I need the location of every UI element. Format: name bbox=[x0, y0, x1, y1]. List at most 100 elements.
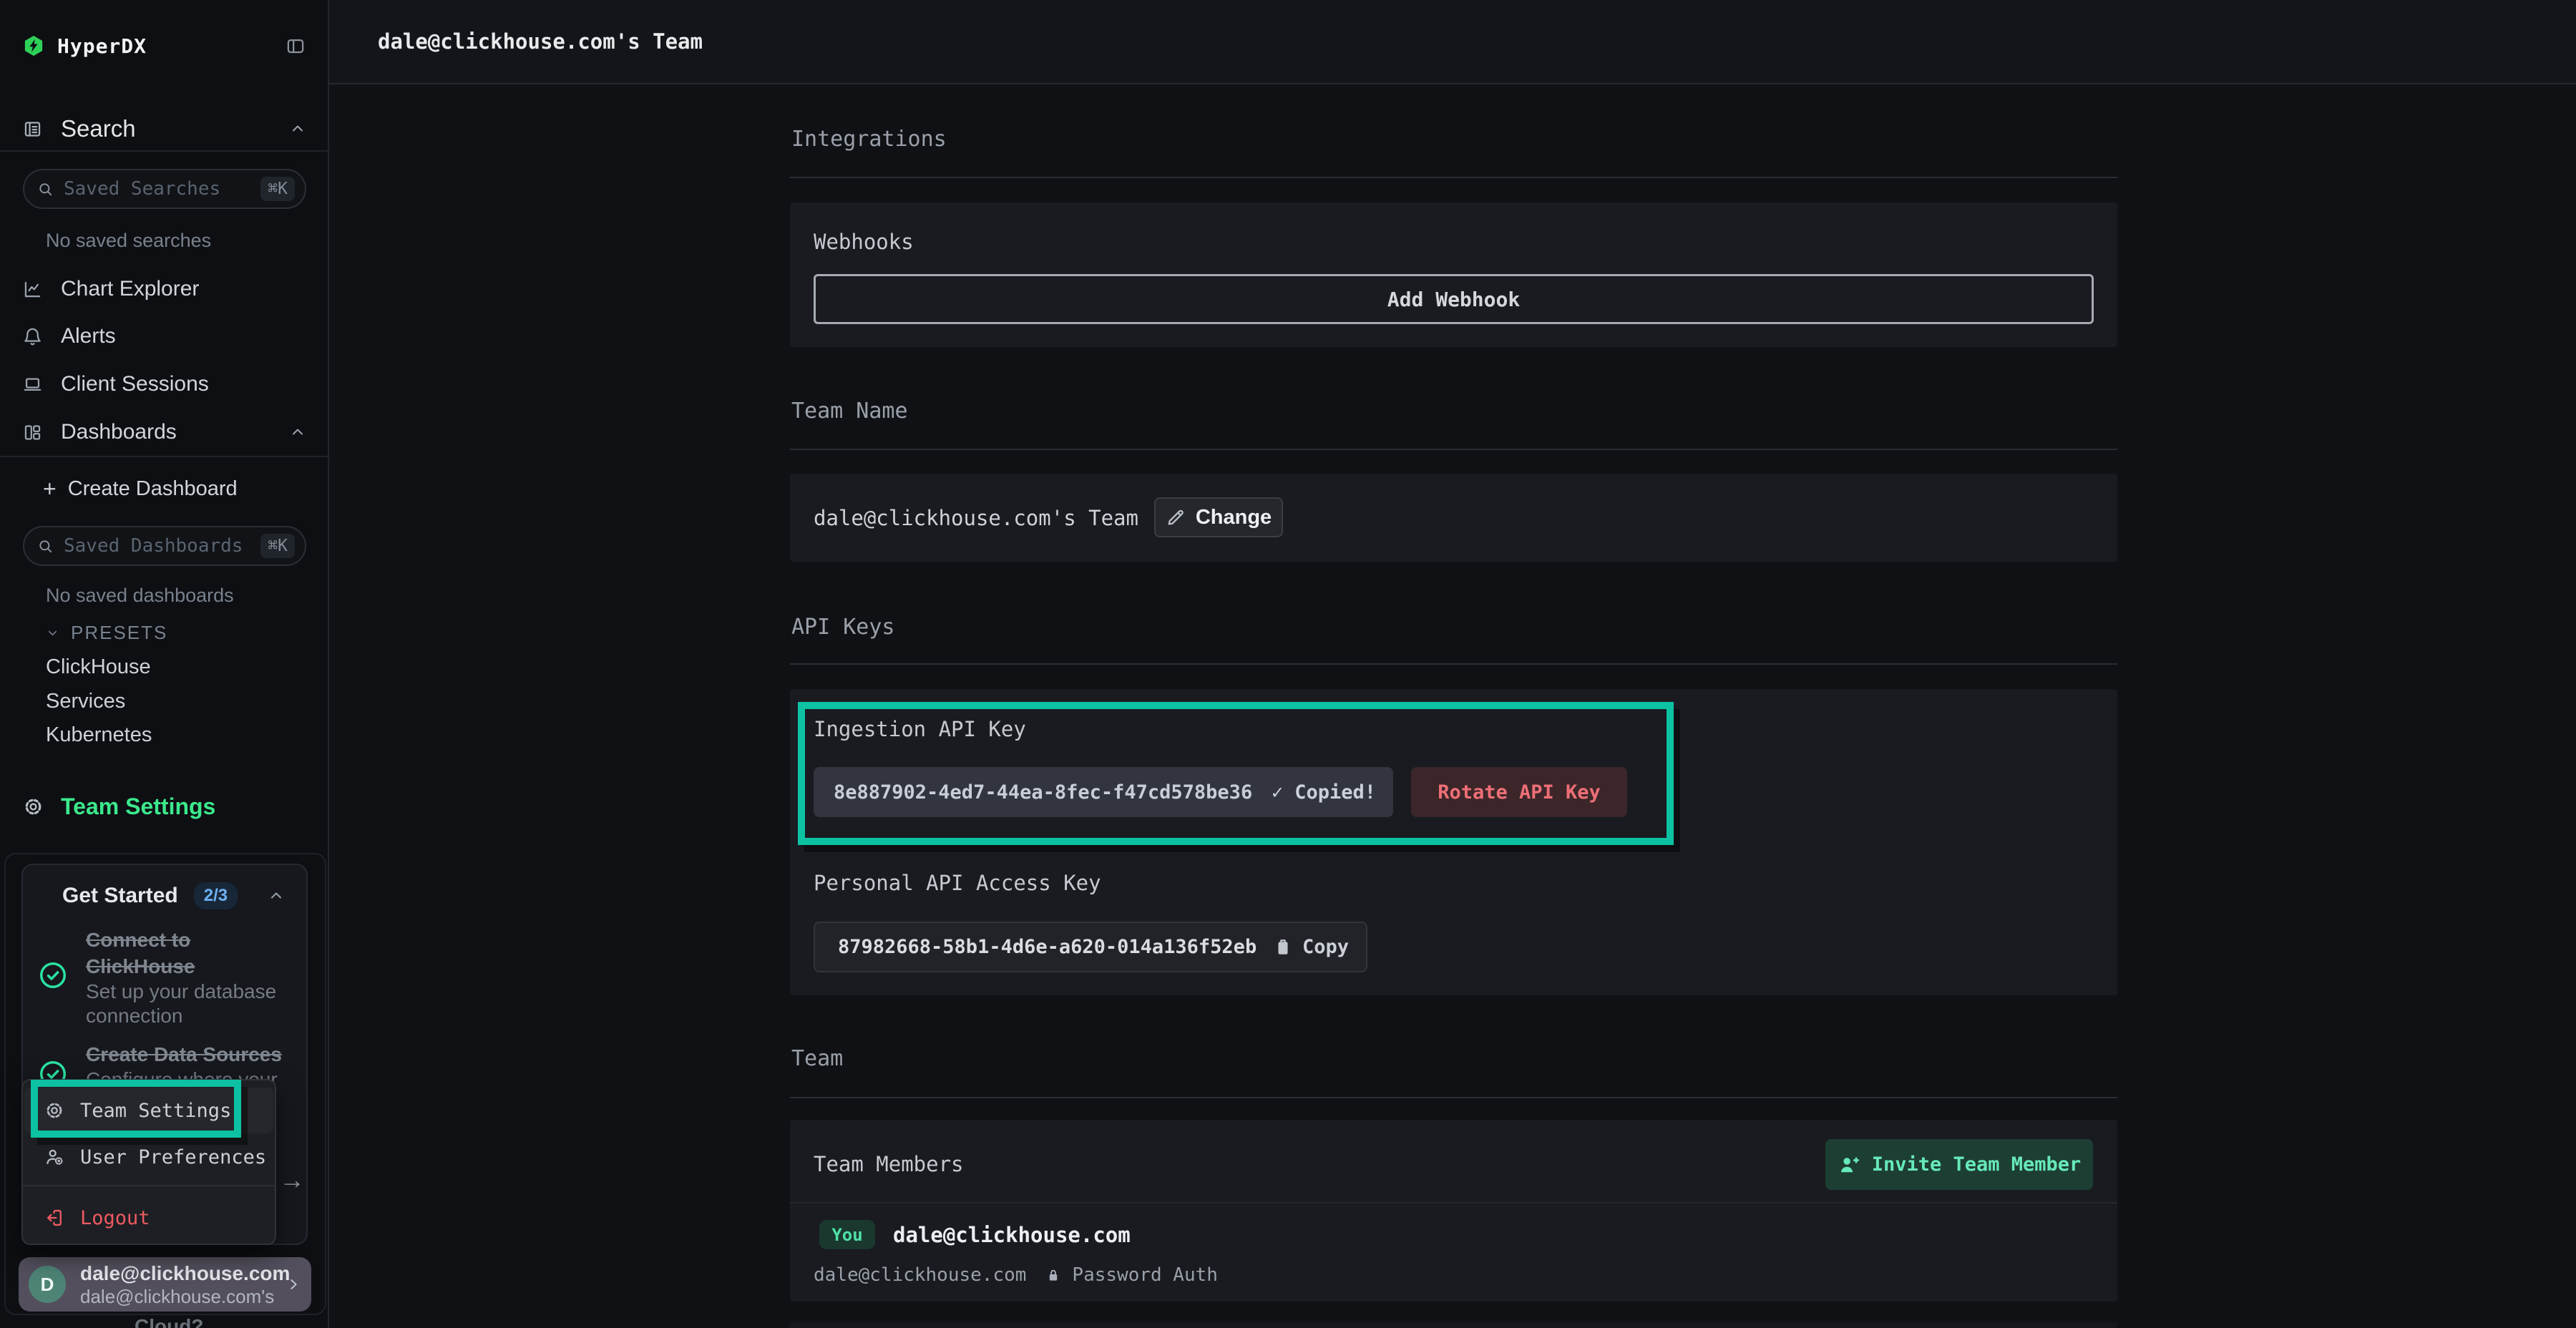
user-plus-icon bbox=[1838, 1154, 1859, 1176]
team-name-value: dale@clickhouse.com's Team bbox=[814, 474, 1138, 562]
preset-item-services[interactable]: Services bbox=[46, 687, 125, 716]
bell-icon bbox=[23, 327, 42, 346]
section-divider bbox=[790, 1097, 2117, 1098]
sidebar-section-search[interactable]: Search bbox=[23, 107, 306, 150]
brand-name: HyperDX bbox=[57, 34, 147, 58]
laptop-icon bbox=[23, 375, 42, 394]
section-divider bbox=[790, 663, 2117, 665]
member-details-row: dale@clickhouse.com Password Auth bbox=[814, 1264, 1218, 1286]
annotation-box-team-settings bbox=[31, 1080, 241, 1138]
plus-icon: + bbox=[43, 476, 57, 502]
saved-dashboards-search[interactable]: ⌘K bbox=[23, 526, 306, 566]
member-email: dale@clickhouse.com bbox=[814, 1264, 1026, 1286]
sidebar-item-label: Client Sessions bbox=[61, 372, 209, 396]
shortcut-badge: ⌘K bbox=[260, 534, 295, 558]
member-auth-method: Password Auth bbox=[1072, 1264, 1218, 1286]
annotation-box-ingestion-key bbox=[798, 702, 1674, 845]
sidebar-item-alerts[interactable]: Alerts bbox=[23, 315, 306, 358]
sidebar-item-client-sessions[interactable]: Client Sessions bbox=[23, 363, 306, 406]
saved-searches-search[interactable]: ⌘K bbox=[23, 169, 306, 209]
personal-api-key-label: Personal API Access Key bbox=[814, 870, 1101, 896]
get-started-item-subtitle: Set up your database connection bbox=[86, 980, 283, 1028]
arrow-right-icon: → bbox=[279, 1165, 305, 1195]
chevron-up-icon bbox=[289, 424, 306, 441]
get-started-title: Get Started bbox=[62, 884, 178, 908]
change-team-name-button[interactable]: Change bbox=[1154, 497, 1283, 537]
search-section-icon bbox=[23, 119, 42, 139]
invite-team-member-button[interactable]: Invite Team Member bbox=[1825, 1139, 2093, 1190]
progress-badge: 2/3 bbox=[194, 882, 238, 909]
sidebar-item-dashboards[interactable]: Dashboards bbox=[23, 411, 306, 454]
user-account-chip[interactable]: D dale@clickhouse.com dale@clickhouse.co… bbox=[19, 1257, 311, 1312]
section-divider bbox=[790, 177, 2117, 178]
next-panel-edge bbox=[790, 1322, 2117, 1328]
section-divider bbox=[790, 449, 2117, 450]
team-panel-divider bbox=[790, 1202, 2117, 1204]
presets-toggle[interactable]: PRESETS bbox=[46, 620, 167, 645]
user-email: dale@clickhouse.com bbox=[80, 1261, 286, 1286]
sidebar-collapse-button[interactable] bbox=[285, 36, 306, 56]
menu-item-logout[interactable]: Logout bbox=[24, 1195, 273, 1241]
sidebar-item-label: Dashboards bbox=[61, 420, 177, 444]
hyperdx-logo-icon bbox=[23, 35, 44, 57]
saved-dashboards-input[interactable] bbox=[64, 535, 260, 557]
sidebar-divider bbox=[0, 456, 329, 457]
preset-label: ClickHouse bbox=[46, 655, 151, 679]
get-started-item[interactable]: Connect to ClickHouse Set up your databa… bbox=[86, 927, 283, 1028]
get-started-header[interactable]: Get Started 2/3 bbox=[62, 880, 285, 912]
create-dashboard-label: Create Dashboard bbox=[68, 477, 238, 501]
no-saved-searches-text: No saved searches bbox=[46, 230, 211, 252]
copy-button[interactable]: Copy bbox=[1274, 936, 1349, 958]
preset-item-clickhouse[interactable]: ClickHouse bbox=[46, 653, 151, 681]
add-webhook-button[interactable]: Add Webhook bbox=[814, 274, 2094, 324]
avatar: D bbox=[29, 1266, 66, 1303]
get-started-item-title: Create Data Sources bbox=[86, 1041, 283, 1068]
personal-api-key-chip: 87982668-58b1-4d6e-a620-014a136f52eb Cop… bbox=[814, 922, 1367, 972]
create-dashboard-button[interactable]: + Create Dashboard bbox=[43, 469, 238, 509]
chevron-down-icon bbox=[46, 626, 59, 640]
preset-item-kubernetes[interactable]: Kubernetes bbox=[46, 721, 152, 749]
preset-label: Kubernetes bbox=[46, 723, 152, 747]
presets-label: PRESETS bbox=[71, 622, 167, 644]
section-label-api-keys: API Keys bbox=[791, 615, 895, 640]
sidebar-item-chart-explorer[interactable]: Chart Explorer bbox=[23, 268, 306, 311]
logout-icon bbox=[44, 1208, 64, 1228]
lock-icon bbox=[1045, 1266, 1062, 1284]
clipboard-icon bbox=[1274, 938, 1292, 957]
user-texts: dale@clickhouse.com dale@clickhouse.com'… bbox=[80, 1261, 286, 1307]
no-saved-dashboards-text: No saved dashboards bbox=[46, 585, 234, 607]
magnifier-icon bbox=[37, 181, 54, 197]
user-gear-icon bbox=[44, 1147, 64, 1167]
dashboard-grid-icon bbox=[23, 423, 42, 442]
team-settings-label: Team Settings bbox=[61, 794, 215, 820]
saved-searches-input[interactable] bbox=[64, 178, 260, 200]
sidebar-divider bbox=[0, 150, 329, 152]
menu-item-label: User Preferences bbox=[80, 1146, 266, 1168]
shortcut-badge: ⌘K bbox=[260, 177, 295, 201]
section-label-team-name: Team Name bbox=[791, 399, 908, 424]
menu-item-user-preferences[interactable]: User Preferences bbox=[24, 1134, 273, 1180]
sidebar: HyperDX Search ⌘K No saved searches bbox=[0, 0, 329, 1328]
get-started-item-title: Connect to ClickHouse bbox=[86, 927, 283, 980]
sidebar-item-team-settings[interactable]: Team Settings bbox=[23, 785, 215, 828]
clipped-cloud-text: Cloud? bbox=[135, 1315, 203, 1328]
chevron-up-icon bbox=[268, 887, 285, 904]
webhooks-label: Webhooks bbox=[814, 229, 914, 255]
section-label-team: Team bbox=[791, 1046, 843, 1072]
you-badge: You bbox=[819, 1220, 875, 1249]
pencil-icon bbox=[1166, 507, 1186, 527]
gear-icon bbox=[23, 796, 44, 817]
api-keys-panel: Ingestion API Key 8e887902-4ed7-44ea-8fe… bbox=[790, 689, 2117, 995]
preset-label: Services bbox=[46, 690, 125, 713]
logo-row: HyperDX bbox=[23, 31, 306, 60]
webhooks-panel: Webhooks Add Webhook bbox=[790, 202, 2117, 347]
section-label-integrations: Integrations bbox=[791, 127, 947, 152]
page-header: dale@clickhouse.com's Team bbox=[329, 0, 2576, 84]
magnifier-icon bbox=[37, 538, 54, 555]
member-name: dale@clickhouse.com bbox=[893, 1220, 1131, 1249]
search-section-label: Search bbox=[61, 115, 136, 142]
check-circle-icon bbox=[38, 960, 68, 990]
sidebar-item-label: Alerts bbox=[61, 324, 116, 348]
team-panel: Team Members Invite Team Member You dale… bbox=[790, 1120, 2117, 1302]
page-title: dale@clickhouse.com's Team bbox=[378, 29, 703, 54]
